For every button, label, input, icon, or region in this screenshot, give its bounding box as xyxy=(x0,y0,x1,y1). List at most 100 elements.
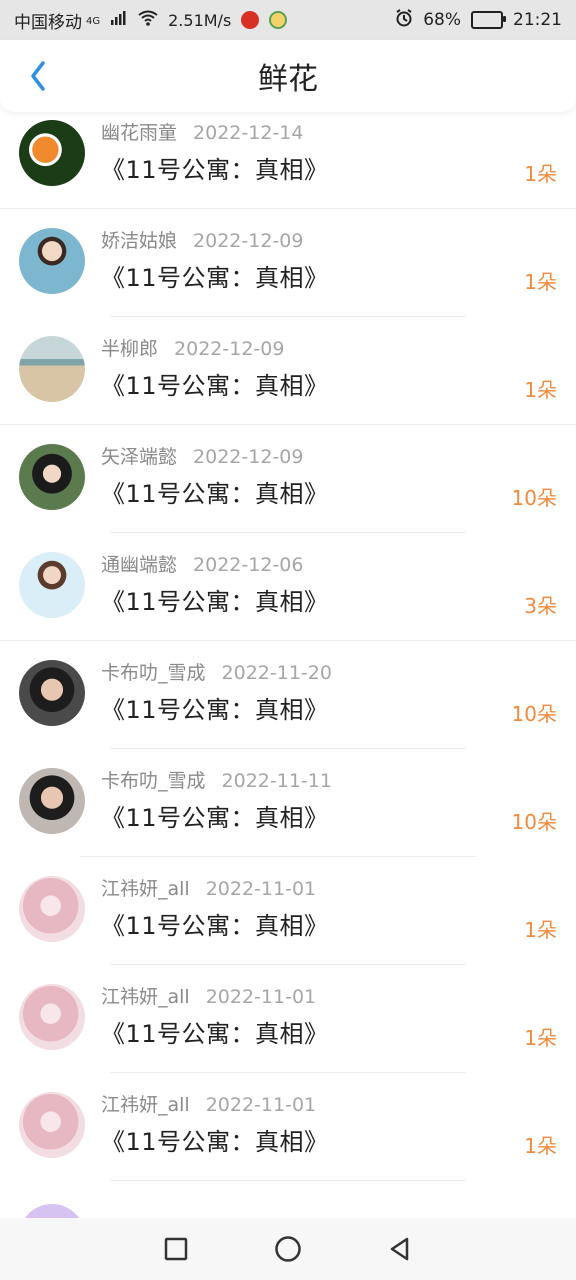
list-item[interactable]: 卡布叻_雪成 2022-11-20 《11号公寓：真相》 10朵 xyxy=(0,648,576,756)
divider xyxy=(0,424,576,425)
user-name: 矢泽端懿 xyxy=(101,446,178,468)
item-meta: 卡布叻_雪成 2022-11-20 xyxy=(101,658,332,685)
circle-icon xyxy=(275,1236,301,1262)
flower-count: 10朵 xyxy=(511,702,557,726)
divider xyxy=(110,532,466,533)
flower-count: 1朵 xyxy=(524,1026,557,1050)
user-name: 半柳郎 xyxy=(101,338,159,360)
list-item[interactable]: 娇洁姑娘 2022-12-09 《11号公寓：真相》 1朵 xyxy=(0,216,576,324)
flower-count: 1朵 xyxy=(524,270,557,294)
status-bar: 中国移动 4G 2.51M/s 68% 21:21 xyxy=(0,0,576,40)
divider xyxy=(0,640,576,641)
flower-count: 1朵 xyxy=(524,162,557,186)
divider xyxy=(110,964,466,965)
date-label: 2022-12-09 xyxy=(193,230,304,252)
item-meta: 半柳郎 2022-12-09 xyxy=(101,334,284,361)
date-label: 2022-12-14 xyxy=(193,122,304,144)
book-title: 《11号公寓：真相》 xyxy=(101,156,329,184)
date-label: 2022-11-11 xyxy=(221,770,332,792)
battery-percent: 68% xyxy=(423,10,461,30)
flower-count: 3朵 xyxy=(524,594,557,618)
user-name: 卡布叻_雪成 xyxy=(101,770,206,792)
system-navigation-bar xyxy=(0,1218,576,1280)
triangle-back-icon xyxy=(390,1237,409,1261)
list-item[interactable]: 卡布叻_雪成 2022-11-11 《11号公寓：真相》 10朵 xyxy=(0,756,576,864)
book-title: 《11号公寓：真相》 xyxy=(101,696,329,724)
wifi-icon xyxy=(138,10,158,31)
avatar xyxy=(19,768,85,834)
back-button[interactable] xyxy=(20,58,56,94)
square-icon xyxy=(164,1237,188,1261)
app-header: 鲜花 xyxy=(0,40,576,112)
divider xyxy=(110,316,466,317)
list-item[interactable]: 江祎妍_all 2022-11-01 《11号公寓：真相》 1朵 xyxy=(0,1080,576,1188)
avatar xyxy=(19,228,85,294)
book-title: 《11号公寓：真相》 xyxy=(101,1020,329,1048)
book-title: 《11号公寓：真相》 xyxy=(101,912,329,940)
date-label: 2022-12-06 xyxy=(193,554,304,576)
divider xyxy=(110,1072,466,1073)
divider xyxy=(110,1180,466,1181)
date-label: 2022-12-09 xyxy=(193,446,304,468)
book-title: 《11号公寓：真相》 xyxy=(101,804,329,832)
user-name: 通幽端懿 xyxy=(101,554,178,576)
status-left: 中国移动 4G 2.51M/s xyxy=(14,8,288,33)
book-title: 《11号公寓：真相》 xyxy=(101,372,329,400)
user-name: 江祎妍_all xyxy=(101,1094,190,1116)
date-label: 2022-11-01 xyxy=(205,878,317,900)
divider xyxy=(0,208,576,209)
user-name: 幽花雨童 xyxy=(101,122,178,144)
item-meta: 通幽端懿 2022-12-06 xyxy=(101,550,303,577)
network-speed: 2.51M/s xyxy=(168,10,232,30)
date-label: 2022-11-01 xyxy=(205,986,317,1008)
divider xyxy=(80,856,476,857)
item-meta: 娇洁姑娘 2022-12-09 xyxy=(101,226,303,253)
list-item[interactable]: 江祎妍_all 2022-11-01 《11号公寓：真相》 1朵 xyxy=(0,972,576,1080)
flower-count: 1朵 xyxy=(524,378,557,402)
status-right: 68% 21:21 xyxy=(395,8,562,32)
item-meta: 江祎妍_all 2022-11-01 xyxy=(101,874,316,901)
alarm-icon xyxy=(395,8,413,32)
chevron-left-icon xyxy=(31,61,45,91)
app-notification-icon xyxy=(241,11,260,29)
list-item[interactable]: 矢泽端懿 2022-12-09 《11号公寓：真相》 10朵 xyxy=(0,432,576,540)
list-item[interactable]: 江祎妍_all 2022-11-01 《11号公寓：真相》 1朵 xyxy=(0,864,576,972)
avatar xyxy=(19,1092,85,1158)
list-item[interactable]: 半柳郎 2022-12-09 《11号公寓：真相》 1朵 xyxy=(0,324,576,432)
user-name: 卡布叻_雪成 xyxy=(101,662,206,684)
date-label: 2022-11-20 xyxy=(221,662,332,684)
avatar xyxy=(19,660,85,726)
item-meta: 幽花雨童 2022-12-14 xyxy=(101,118,303,145)
flower-count: 1朵 xyxy=(524,918,557,942)
carrier-label: 中国移动 xyxy=(14,12,82,33)
flower-count: 1朵 xyxy=(524,1134,557,1158)
list-item[interactable]: 幽花雨童 2022-12-14 《11号公寓：真相》 1朵 xyxy=(0,112,576,216)
avatar xyxy=(19,1204,85,1218)
flower-count: 10朵 xyxy=(511,486,557,510)
battery-icon xyxy=(471,11,506,29)
recent-apps-button[interactable] xyxy=(156,1229,196,1269)
clock: 21:21 xyxy=(513,10,562,30)
book-title: 《11号公寓：真相》 xyxy=(101,588,329,616)
user-name: 江祎妍_all xyxy=(101,986,190,1008)
item-meta: 江祎妍_all 2022-11-01 xyxy=(101,1090,316,1117)
item-meta: 卡布叻_雪成 2022-11-11 xyxy=(101,766,332,793)
date-label: 2022-12-09 xyxy=(174,338,285,360)
avatar xyxy=(19,552,85,618)
list-item[interactable]: 通幽端懿 2022-12-06 《11号公寓：真相》 3朵 xyxy=(0,540,576,648)
back-nav-button[interactable] xyxy=(380,1229,420,1269)
divider xyxy=(110,748,466,749)
page-title: 鲜花 xyxy=(258,62,318,97)
user-name: 娇洁姑娘 xyxy=(101,230,178,252)
book-title: 《11号公寓：真相》 xyxy=(101,1128,329,1156)
item-meta: 矢泽端懿 2022-12-09 xyxy=(101,442,303,469)
avatar xyxy=(19,444,85,510)
date-label: 2022-11-01 xyxy=(205,1094,317,1116)
flower-count: 10朵 xyxy=(511,810,557,834)
avatar xyxy=(19,876,85,942)
user-name: 江祎妍_all xyxy=(101,878,190,900)
avatar xyxy=(19,984,85,1050)
home-button[interactable] xyxy=(268,1229,308,1269)
item-meta: 江祎妍_all 2022-11-01 xyxy=(101,982,316,1009)
flower-list: 幽花雨童 2022-12-14 《11号公寓：真相》 1朵 娇洁姑娘 2022-… xyxy=(0,112,576,1218)
